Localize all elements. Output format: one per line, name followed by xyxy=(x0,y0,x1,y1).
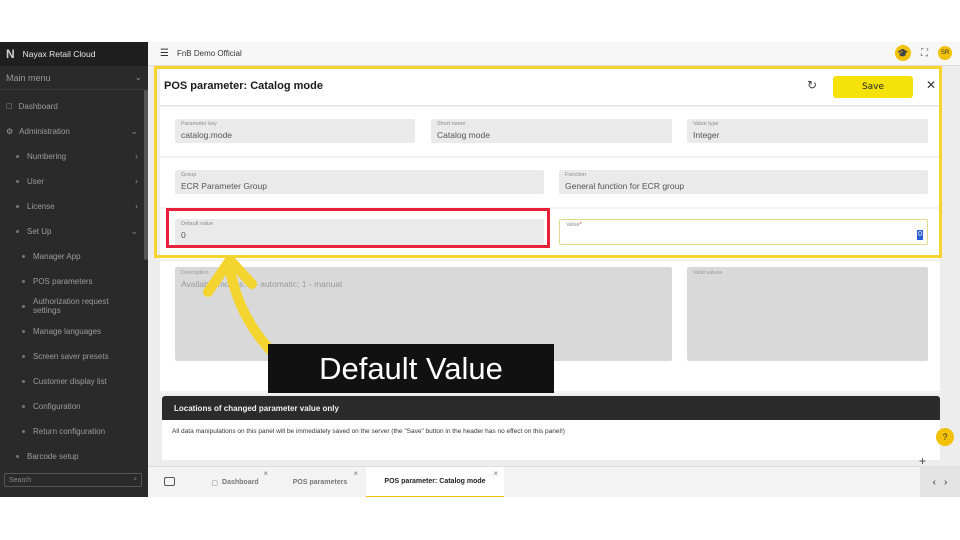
chevron-right-icon: › xyxy=(135,201,138,211)
fullscreen-icon[interactable]: ⛶ xyxy=(921,48,928,59)
tab-navigation: ‹ › xyxy=(920,467,960,497)
bullet-icon xyxy=(16,229,19,233)
tab-bar: ▢ Dashboard × POS parameters × POS param… xyxy=(148,466,960,497)
field-label: Valid values xyxy=(693,270,723,276)
sidebar-item-label: Manager App xyxy=(33,251,81,261)
top-bar: ☰ FnB Demo Official 🎓 ⛶ SR xyxy=(148,42,960,66)
sidebar-item-label: Barcode setup xyxy=(27,451,79,461)
bullet-icon xyxy=(16,454,19,458)
screenshot: N Nayax Retail Cloud Main menu ⌄ ▢ Dashb… xyxy=(0,0,960,540)
sidebar-scrollbar[interactable] xyxy=(144,90,148,260)
chevron-down-icon: ⌄ xyxy=(134,72,142,82)
bullet-icon xyxy=(22,254,25,258)
close-icon[interactable]: × xyxy=(493,469,498,478)
sidebar-item-label: User xyxy=(27,176,44,186)
dashboard-icon: ▢ xyxy=(6,103,13,110)
bullet-icon xyxy=(22,429,25,433)
topbar-actions: 🎓 ⛶ SR xyxy=(895,45,952,61)
chevron-right-icon: › xyxy=(135,151,138,161)
help-icon[interactable]: ? xyxy=(936,428,954,446)
chevron-down-icon: ⌄ xyxy=(130,225,138,236)
sidebar-item-setup[interactable]: Set Up ⌄ xyxy=(0,223,144,239)
sidebar-item-barcode-setup[interactable]: Barcode setup xyxy=(0,448,144,464)
window-icon[interactable] xyxy=(164,477,175,486)
sidebar-item-configuration[interactable]: Configuration xyxy=(0,398,144,414)
sidebar-item-manage-languages[interactable]: Manage languages xyxy=(0,323,144,339)
tab-pos-parameters[interactable]: POS parameters × xyxy=(276,467,364,497)
sidebar-item-label: Customer display list xyxy=(33,376,107,386)
sidebar-item-label: License xyxy=(27,201,55,211)
sidebar-item-label: Set Up xyxy=(27,226,52,236)
dashboard-icon: ▢ xyxy=(211,479,219,487)
sidebar: N Nayax Retail Cloud Main menu ⌄ ▢ Dashb… xyxy=(0,42,148,497)
hamburger-menu-icon[interactable]: ☰ xyxy=(160,48,169,59)
sidebar-item-license[interactable]: License › xyxy=(0,198,144,214)
sidebar-item-label: Configuration xyxy=(33,401,81,411)
tab-label: POS parameter: Catalog mode xyxy=(384,478,486,485)
chevron-left-icon[interactable]: ‹ xyxy=(933,477,936,488)
valid-values-field[interactable]: Valid values xyxy=(687,267,928,361)
default-value-highlight xyxy=(166,208,550,248)
sidebar-item-screen-saver-presets[interactable]: Screen saver presets xyxy=(0,348,144,364)
brand-name: Nayax Retail Cloud xyxy=(22,49,96,59)
sidebar-item-customer-display-list[interactable]: Customer display list xyxy=(0,373,144,389)
sidebar-item-pos-parameters[interactable]: POS parameters xyxy=(0,273,144,289)
sidebar-item-label: Administration xyxy=(19,126,70,136)
sidebar-item-label: POS parameters xyxy=(33,276,93,286)
bullet-icon xyxy=(22,379,25,383)
tab-pos-parameter-catalog-mode[interactable]: POS parameter: Catalog mode × xyxy=(366,467,504,497)
bullet-icon xyxy=(22,329,25,333)
nayax-logo-icon: N xyxy=(6,47,15,61)
locations-note: All data manipulations on this panel wil… xyxy=(172,428,565,435)
gear-icon: ⚙ xyxy=(6,126,14,136)
sidebar-item-label: Numbering xyxy=(27,151,67,161)
bullet-icon xyxy=(22,279,25,283)
locations-header: Locations of changed parameter value onl… xyxy=(162,396,940,420)
graduation-cap-icon[interactable]: 🎓 xyxy=(895,45,911,61)
sidebar-item-label: Screen saver presets xyxy=(33,351,109,361)
tab-label: Dashboard xyxy=(222,479,259,486)
sidebar-item-return-configuration[interactable]: Return configuration xyxy=(0,423,144,439)
sidebar-item-numbering[interactable]: Numbering › xyxy=(0,148,144,164)
bullet-icon xyxy=(16,154,19,158)
chevron-down-icon: ⌄ xyxy=(130,125,138,136)
locations-body: All data manipulations on this panel wil… xyxy=(162,420,940,460)
tab-dashboard[interactable]: ▢ Dashboard × xyxy=(196,467,274,497)
sidebar-search-input[interactable]: Search ⌕ xyxy=(4,473,142,487)
workspace-title: FnB Demo Official xyxy=(176,49,242,58)
sidebar-item-administration[interactable]: ⚙ Administration ⌄ xyxy=(0,123,144,139)
callout-label: Default Value xyxy=(268,344,554,393)
bullet-icon xyxy=(22,304,25,308)
chevron-right-icon[interactable]: › xyxy=(944,477,947,488)
search-icon: ⌕ xyxy=(133,476,137,483)
bullet-icon xyxy=(16,179,19,183)
bullet-icon xyxy=(22,404,25,408)
bullet-icon xyxy=(16,204,19,208)
sidebar-item-label: Dashboard xyxy=(18,101,58,111)
search-placeholder: Search xyxy=(9,476,32,484)
sidebar-item-label: Manage languages xyxy=(33,326,102,336)
sidebar-brand: N Nayax Retail Cloud xyxy=(0,42,148,66)
tab-label: POS parameters xyxy=(292,479,348,486)
bullet-icon xyxy=(22,354,25,358)
close-icon[interactable]: × xyxy=(263,469,268,478)
sidebar-item-manager-app[interactable]: Manager App xyxy=(0,248,144,264)
chevron-right-icon: › xyxy=(135,176,138,186)
sidebar-item-label: Authorization request settings xyxy=(33,297,109,315)
avatar[interactable]: SR xyxy=(938,46,952,60)
sidebar-item-authorization-request-settings[interactable]: Authorization request settings xyxy=(0,294,144,318)
main-menu-label: Main menu xyxy=(6,72,51,83)
sidebar-item-label: Return configuration xyxy=(33,426,106,436)
close-icon[interactable]: × xyxy=(353,469,358,478)
sidebar-item-user[interactable]: User › xyxy=(0,173,144,189)
main-menu-toggle[interactable]: Main menu ⌄ xyxy=(0,66,148,90)
sidebar-item-dashboard[interactable]: ▢ Dashboard xyxy=(0,98,144,114)
